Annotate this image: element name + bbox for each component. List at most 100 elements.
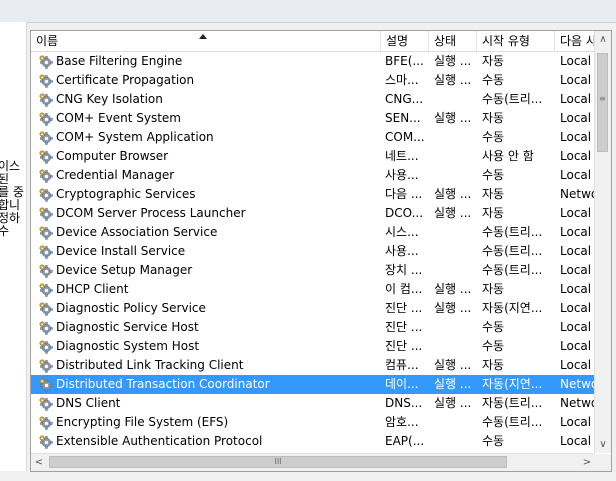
- service-row[interactable]: Base Filtering Engine BFE(... 실행 ... 자동 Loca…: [31, 52, 600, 71]
- service-row[interactable]: Extensible Authentication Protocol EAP(..…: [31, 432, 600, 451]
- service-status: [434, 147, 478, 166]
- sort-ascending-icon: [199, 34, 207, 39]
- scroll-right-button[interactable]: >: [579, 454, 595, 471]
- service-status: [434, 318, 478, 337]
- gear-service-icon: [38, 187, 53, 202]
- service-description: 사용...: [385, 244, 419, 258]
- gear-service-icon: [38, 320, 53, 335]
- service-row[interactable]: Diagnostic Service Host 진단 ... 수동 Local S: [31, 318, 600, 337]
- service-name: Device Association Service: [56, 225, 218, 239]
- service-status: 실행 ...: [434, 358, 472, 372]
- service-row[interactable]: DHCP Client 이 컴... 실행 ... 자동 Local S: [31, 280, 600, 299]
- service-description: EAP(...: [385, 434, 425, 448]
- gear-service-icon: [38, 358, 53, 373]
- service-description: 데이...: [385, 377, 419, 391]
- service-row[interactable]: Credential Manager 사용... 수동 Local S: [31, 166, 600, 185]
- service-row[interactable]: Diagnostic System Host 진단 ... 수동 Local S: [31, 337, 600, 356]
- scroll-up-button[interactable]: ∧: [595, 31, 611, 48]
- services-list[interactable]: 이름 설명 상태 시작 유형 다음 사 Base Filtering Engin…: [30, 30, 612, 472]
- service-description: 진단 ...: [385, 320, 423, 334]
- scroll-left-button[interactable]: <: [31, 454, 47, 471]
- column-header: 이름 설명 상태 시작 유형 다음 사: [31, 31, 597, 52]
- service-name: Device Install Service: [56, 244, 186, 258]
- service-startup-type: 수동: [482, 168, 505, 182]
- horizontal-scroll-thumb[interactable]: III: [49, 456, 507, 468]
- service-description: DCO...: [385, 206, 424, 220]
- service-status: [434, 261, 478, 280]
- service-description: 시스...: [385, 225, 419, 239]
- service-description: 이 컴...: [385, 282, 423, 296]
- gear-service-icon: [38, 54, 53, 69]
- scrollbar-corner: [595, 454, 611, 471]
- service-description: 컴퓨...: [385, 358, 419, 372]
- service-status: [434, 128, 478, 147]
- service-row[interactable]: COM+ System Application COM... 수동 Local S: [31, 128, 600, 147]
- service-name: COM+ Event System: [56, 111, 181, 125]
- service-row[interactable]: DCOM Server Process Launcher DCO... 실행 ...…: [31, 204, 600, 223]
- service-row[interactable]: Device Install Service 사용... 수동(트리... Local…: [31, 242, 600, 261]
- service-description: 진단 ...: [385, 339, 423, 353]
- service-row[interactable]: Encrypting File System (EFS) 암호... 수동(트리..…: [31, 413, 600, 432]
- service-name: Distributed Transaction Coordinator: [56, 377, 270, 391]
- gear-service-icon: [38, 149, 53, 164]
- gear-service-icon: [38, 301, 53, 316]
- column-status-header[interactable]: 상태: [429, 31, 477, 51]
- service-name: Computer Browser: [56, 149, 169, 163]
- service-startup-type: 자동: [482, 187, 505, 201]
- service-description-pane: 이스 된 를 중 합니 정하 수: [0, 22, 27, 471]
- service-status: 실행 ...: [434, 301, 472, 315]
- column-description-header[interactable]: 설명: [381, 31, 429, 51]
- service-startup-type: 수동: [482, 320, 505, 334]
- scroll-grip-icon: ≡: [599, 94, 606, 103]
- service-startup-type: 수동: [482, 73, 505, 87]
- gear-service-icon: [38, 339, 53, 354]
- gear-service-icon: [38, 282, 53, 297]
- service-name: DNS Client: [56, 396, 121, 410]
- service-row[interactable]: DNS Client DNS... 실행 ... 자동(트리... Netwo: [31, 394, 598, 413]
- service-name: DCOM Server Process Launcher: [56, 206, 246, 220]
- service-row[interactable]: Certificate Propagation 스마... 실행 ... 수동 Loca…: [31, 71, 600, 90]
- vertical-scroll-thumb[interactable]: ≡: [597, 53, 608, 152]
- window-top-strip: [0, 0, 616, 23]
- service-startup-type: 자동(트리...: [482, 396, 543, 410]
- column-logon-header[interactable]: 다음 사: [555, 31, 597, 51]
- gear-service-icon: [38, 263, 53, 278]
- service-row[interactable]: COM+ Event System SEN... 실행 ... 자동 Local S: [31, 109, 600, 128]
- horizontal-scrollbar[interactable]: < III >: [31, 453, 595, 471]
- service-name: Extensible Authentication Protocol: [56, 434, 263, 448]
- vertical-scrollbar[interactable]: ∧ ≡ ∨: [594, 31, 611, 453]
- service-row[interactable]: Diagnostic Policy Service 진단 ... 실행 ... 자동(…: [31, 299, 600, 318]
- service-status: 실행 ...: [434, 282, 472, 296]
- scroll-down-button[interactable]: ∨: [595, 436, 611, 453]
- gear-service-icon: [38, 73, 53, 88]
- service-status: [434, 432, 478, 451]
- service-description: 스마...: [385, 73, 419, 87]
- service-description: CNG...: [385, 92, 424, 106]
- service-startup-type: 사용 안 함: [482, 149, 534, 163]
- service-name: CNG Key Isolation: [56, 92, 163, 106]
- service-description: SEN...: [385, 111, 421, 125]
- service-row[interactable]: Computer Browser 네트... 사용 안 함 Local S: [31, 147, 600, 166]
- service-status: 실행 ...: [434, 73, 472, 87]
- service-status: 실행 ...: [434, 377, 472, 391]
- gear-service-icon: [38, 434, 53, 449]
- services-rows: Base Filtering Engine BFE(... 실행 ... 자동 Loca…: [31, 52, 600, 451]
- service-status: [434, 90, 478, 109]
- column-startup-header[interactable]: 시작 유형: [477, 31, 555, 51]
- service-startup-type: 자동(지연...: [482, 377, 543, 391]
- service-status: 실행 ...: [434, 396, 472, 410]
- column-name-header[interactable]: 이름: [31, 31, 381, 51]
- service-name: Diagnostic Service Host: [56, 320, 199, 334]
- service-row[interactable]: Device Association Service 시스... 수동(트리... L…: [31, 223, 600, 242]
- service-row[interactable]: Device Setup Manager 장치 ... 수동(트리... Local …: [31, 261, 600, 280]
- service-name: Diagnostic System Host: [56, 339, 200, 353]
- service-name: Encrypting File System (EFS): [56, 415, 229, 429]
- gear-service-icon: [38, 130, 53, 145]
- service-startup-type: 수동(트리...: [482, 244, 543, 258]
- service-row[interactable]: CNG Key Isolation CNG... 수동(트리... Local S: [31, 90, 600, 109]
- service-status: 실행 ...: [434, 206, 472, 220]
- service-row[interactable]: Cryptographic Services 다음 ... 실행 ... 자동 Netw…: [31, 185, 598, 204]
- service-row[interactable]: Distributed Link Tracking Client 컴퓨... 실행 …: [31, 356, 600, 375]
- service-startup-type: 자동: [482, 206, 505, 220]
- service-row[interactable]: Distributed Transaction Coordinator 데이...…: [31, 375, 598, 394]
